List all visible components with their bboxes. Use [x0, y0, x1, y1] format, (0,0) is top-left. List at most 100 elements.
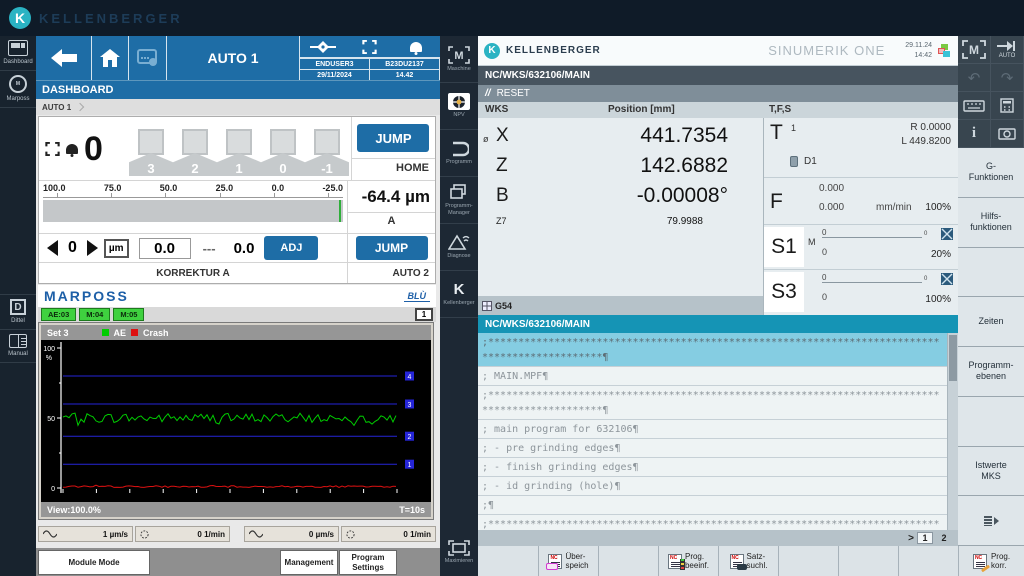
softkey-empty[interactable] [478, 546, 538, 576]
editor-line[interactable]: ; - id grinding (hole)¶ [478, 477, 947, 496]
softkey-empty[interactable] [958, 397, 1024, 447]
offset-input[interactable]: 0.0 [139, 238, 191, 259]
increment-arrow[interactable] [87, 240, 98, 256]
ae-legend-label: AE [114, 328, 127, 338]
editor-line[interactable]: ;¶ [478, 496, 947, 515]
svg-text:%: % [46, 355, 52, 362]
breadcrumb-item[interactable]: AUTO 1 [42, 103, 71, 112]
machine-area-button[interactable]: M [958, 36, 991, 64]
softkey-hilfsfunktionen[interactable]: Hilfs- funktionen [958, 198, 1024, 248]
badge-m04[interactable]: M:04 [79, 308, 110, 321]
manual-icon [9, 334, 27, 348]
nav-programm[interactable]: Programm [440, 130, 478, 177]
home-button[interactable] [92, 36, 129, 80]
spindle-s1-section: S1 M 0 0 0 20% [764, 225, 959, 270]
rate-meter-1: 1 µm/s [38, 526, 133, 542]
svg-text:4: 4 [408, 374, 412, 381]
editor-line[interactable]: ; - pre grinding edges¶ [478, 439, 947, 458]
editor-line[interactable]: ;***************************************… [478, 515, 947, 530]
softkey-programmebenen[interactable]: Programm- ebenen [958, 347, 1024, 397]
editor-line[interactable]: ; main program for 632106¶ [478, 420, 947, 439]
chart-page-box[interactable]: 1 [415, 308, 433, 321]
nav-maximieren[interactable]: Maximieren [440, 528, 478, 576]
auto-mode-button[interactable]: AUTO [991, 36, 1024, 64]
sidebar-item-marposs[interactable]: M Marposs [0, 71, 36, 108]
pager-page-2[interactable]: 2 [936, 533, 952, 543]
marker-1[interactable]: 1 [217, 129, 261, 176]
softkey-istwerte-mks[interactable]: Istwerte MKS [958, 447, 1024, 497]
frame-icon[interactable] [347, 36, 394, 57]
softkey-satzsuchlauf[interactable]: Satz- suchl. [718, 546, 778, 576]
sidebar-item-manual[interactable]: Manual [0, 330, 36, 363]
management-button[interactable]: Management [280, 550, 338, 575]
scrollbar-thumb[interactable] [949, 335, 957, 381]
marker-2[interactable]: 2 [173, 129, 217, 176]
nav-npv[interactable]: NPV [440, 83, 478, 130]
settings-icon [137, 49, 159, 67]
marker-neg1[interactable]: -1 [305, 129, 349, 176]
marker-0[interactable]: 0 [261, 129, 305, 176]
g54-bar[interactable]: G54 [478, 296, 763, 315]
softkey-ueberspeichern[interactable]: Über- speich [538, 546, 598, 576]
nav-kellenberger[interactable]: K Kellenberger [440, 271, 478, 318]
softkey-empty[interactable] [838, 546, 898, 576]
program-path-bar: NC/WKS/632106/MAIN [478, 66, 958, 85]
adj-button[interactable]: ADJ [264, 236, 318, 260]
softkey-g-funktionen[interactable]: G- Funktionen [958, 148, 1024, 198]
spindle-load-bar [822, 282, 922, 283]
screenshot-button[interactable] [991, 120, 1024, 148]
decrement-arrow[interactable] [47, 240, 58, 256]
sidebar-item-dashboard[interactable]: Dashboard [0, 36, 36, 71]
editor-line[interactable]: ; - finish grinding edges¶ [478, 458, 947, 477]
axis-row-z7: Z7 79.9988 [478, 212, 763, 242]
marposs-bar: MARPOSS BLÙ [38, 285, 436, 307]
program-settings-button[interactable]: Program Settings [339, 550, 397, 575]
editor-line[interactable]: ;***************************************… [478, 333, 947, 367]
program-editor[interactable]: ;***************************************… [478, 333, 958, 530]
gauge-bar [43, 200, 343, 222]
info-button[interactable]: i [958, 120, 991, 148]
pager-arrow[interactable]: > [908, 533, 914, 544]
sinumerik-nav-strip: M Maschine NPV Programm Programm- Manage… [440, 36, 478, 576]
module-mode-button[interactable]: Module Mode [38, 550, 150, 575]
bell-icon[interactable] [393, 36, 440, 57]
softkey-zeiten[interactable]: Zeiten [958, 297, 1024, 347]
softkey-empty[interactable] [958, 248, 1024, 298]
softkey-menu-extension[interactable] [958, 496, 1024, 546]
editor-line[interactable]: ; MAIN.MPF¶ [478, 367, 947, 386]
home-icon [100, 49, 120, 67]
machine-settings-button[interactable] [129, 36, 167, 80]
channel-state: RESET [497, 88, 530, 99]
softkey-empty[interactable] [598, 546, 658, 576]
svg-text:0: 0 [51, 486, 55, 493]
editor-line[interactable]: ;***************************************… [478, 386, 947, 420]
svg-text:2: 2 [408, 434, 412, 441]
softkey-prog-beeinflussung[interactable]: Prog. beeinf. [658, 546, 718, 576]
redo-button[interactable]: ↷ [991, 64, 1024, 92]
unit-box[interactable]: µm [104, 239, 129, 258]
jump-button[interactable]: JUMP [357, 124, 429, 152]
marker-3[interactable]: 3 [129, 129, 173, 176]
column-headers: WKS Position [mm] T,F,S [478, 102, 958, 118]
back-button[interactable] [36, 36, 92, 80]
nav-diagnose[interactable]: Diagnose [440, 224, 478, 271]
sidebar-item-dittel[interactable]: D Dittel [0, 294, 36, 330]
crash-legend-label: Crash [143, 328, 169, 338]
keyboard-button[interactable] [958, 92, 991, 120]
zero-offset-icon [482, 301, 492, 311]
editor-scrollbar[interactable] [947, 333, 958, 530]
nav-programm-manager[interactable]: Programm- Manager [440, 177, 478, 224]
undo-button[interactable]: ↶ [958, 64, 991, 92]
pager-page-1[interactable]: 1 [917, 532, 933, 544]
softkey-empty[interactable] [778, 546, 838, 576]
nav-maschine[interactable]: M Maschine [440, 36, 478, 83]
workpiece-icon[interactable] [300, 36, 347, 57]
softkey-prog-korr[interactable]: Prog. korr. [958, 546, 1024, 576]
badge-ae[interactable]: AE:03 [41, 308, 76, 321]
badge-m05[interactable]: M:05 [113, 308, 144, 321]
jump-button-2[interactable]: JUMP [356, 236, 428, 260]
calculator-button[interactable] [991, 92, 1024, 120]
softkey-empty[interactable] [898, 546, 958, 576]
rail-icon-grid: M AUTO ↶ ↷ i [958, 36, 1024, 148]
position-markers: 3 2 1 0 -1 [129, 117, 351, 180]
